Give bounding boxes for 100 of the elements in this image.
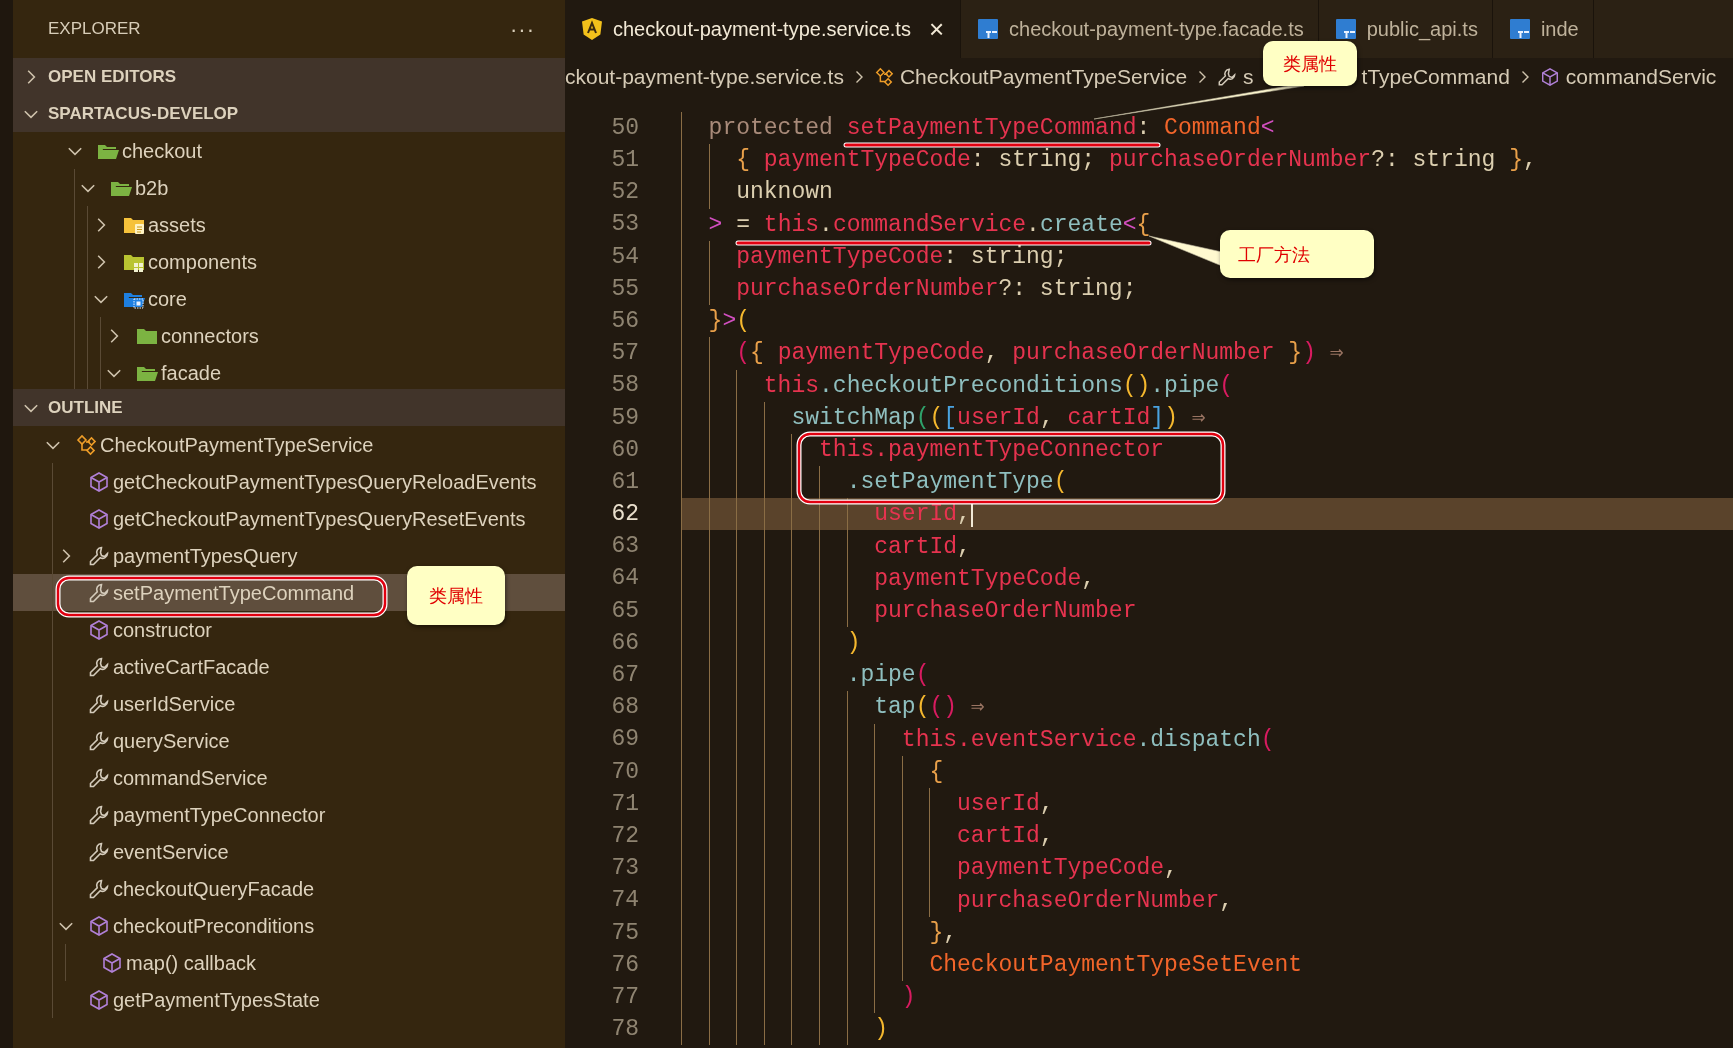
line-number: 71 <box>610 789 639 819</box>
code-line: { <box>928 760 944 783</box>
file-icon <box>1334 18 1357 40</box>
line-number: 75 <box>610 918 639 948</box>
line-number: 62 <box>610 500 639 530</box>
class-icon <box>75 433 97 456</box>
line-number: 50 <box>610 113 639 143</box>
line-number: 69 <box>610 725 639 755</box>
wrench-icon <box>88 729 110 752</box>
line-number: 61 <box>610 467 639 497</box>
code-line: ({ paymentTypeCode, purchaseOrderNumber }) ⇒ <box>735 342 1344 365</box>
outline-item[interactable]: checkoutPreconditions <box>13 907 565 944</box>
code-line: }, <box>928 921 958 944</box>
tree-item[interactable]: checkout <box>13 132 565 169</box>
code-line: ) <box>900 986 916 1009</box>
wrench-icon <box>88 840 110 863</box>
outline-item[interactable]: queryService <box>13 722 565 759</box>
section-header[interactable]: OPEN EDITORS <box>13 58 565 95</box>
outline-item[interactable]: CheckoutPaymentTypeService <box>13 426 565 463</box>
code-line: }>( <box>707 310 751 333</box>
breadcrumb-item[interactable]: commandServic <box>1565 65 1717 89</box>
outline-item[interactable]: eventService <box>13 833 565 870</box>
code-line: purchaseOrderNumber <box>873 599 1137 622</box>
tree-item[interactable]: core <box>13 280 565 317</box>
line-number: 78 <box>610 1015 639 1045</box>
breadcrumb-item[interactable]: tTypeCommand <box>1361 65 1510 89</box>
code-line: { paymentTypeCode: string; purchaseOrderNumber?: string }, <box>735 149 1537 172</box>
line-number: 54 <box>610 242 639 272</box>
code-line: > = this.commandService.create<{ <box>707 213 1151 236</box>
outline-item[interactable]: userIdService <box>13 685 565 722</box>
callout-note: 工厂方法 <box>1220 230 1374 278</box>
tree-item[interactable]: assets <box>13 206 565 243</box>
cube-icon <box>101 951 123 974</box>
line-number: 63 <box>610 532 639 562</box>
code-line: cartId, <box>956 825 1054 848</box>
line-number: 64 <box>610 564 639 594</box>
line-number: 67 <box>610 661 639 691</box>
line-number: 56 <box>610 306 639 336</box>
class-icon <box>873 67 894 87</box>
wrench-icon <box>88 581 110 604</box>
line-number: 70 <box>610 757 639 787</box>
shield-icon <box>581 17 603 41</box>
code-line: paymentTypeCode, <box>956 857 1178 880</box>
tree-item[interactable]: connectors <box>13 317 565 354</box>
cube-icon <box>88 507 110 530</box>
code-line: protected setPaymentTypeCommand: Command< <box>707 117 1275 140</box>
line-number: 55 <box>610 274 639 304</box>
cube-icon <box>88 470 110 493</box>
tree-item[interactable]: facade <box>13 354 565 389</box>
section-header[interactable]: OUTLINE <box>13 389 565 426</box>
callout-note: 类属性 <box>1262 41 1357 86</box>
outline-item[interactable]: getCheckoutPaymentTypesQueryResetEvents <box>13 500 565 537</box>
breadcrumb-item[interactable]: s <box>1243 65 1254 89</box>
code-line: .setPaymentType( <box>845 471 1068 494</box>
code-line: this.paymentTypeConnector <box>818 438 1165 461</box>
wrench-icon <box>88 803 110 826</box>
more-button[interactable]: ··· <box>506 12 539 46</box>
outline-item[interactable]: getPaymentTypesState <box>13 981 565 1018</box>
breadcrumb-item[interactable]: ckout-payment-type.service.ts <box>565 65 844 89</box>
line-number: 60 <box>610 435 639 465</box>
line-number: 66 <box>610 628 639 658</box>
wrench-icon <box>88 655 110 678</box>
line-number: 76 <box>610 950 639 980</box>
line-number: 74 <box>610 886 639 916</box>
code-line: cartId, <box>873 535 971 558</box>
section-header[interactable]: SPARTACUS-DEVELOP <box>13 95 565 132</box>
cube-icon <box>88 914 110 937</box>
tree-item[interactable]: b2b <box>13 169 565 206</box>
line-number: 73 <box>610 854 639 884</box>
outline-item[interactable]: activeCartFacade <box>13 648 565 685</box>
breadcrumb-item[interactable]: CheckoutPaymentTypeService <box>899 65 1188 89</box>
line-number: 59 <box>610 403 639 433</box>
cube-icon <box>1539 67 1560 87</box>
code-line: purchaseOrderNumber, <box>956 889 1234 912</box>
outline-item[interactable]: commandService <box>13 759 565 796</box>
code-line: paymentTypeCode: string; <box>735 245 1068 268</box>
line-number: 57 <box>610 339 639 369</box>
line-number: 77 <box>610 982 639 1012</box>
wrench-icon <box>1217 67 1238 87</box>
outline-item[interactable]: paymentTypeConnector <box>13 796 565 833</box>
outline-item[interactable]: checkoutQueryFacade <box>13 870 565 907</box>
file-icon <box>1508 18 1531 40</box>
code-line: ) <box>873 1018 889 1041</box>
code-line: .pipe( <box>845 664 930 687</box>
outline-item[interactable]: getCheckoutPaymentTypesQueryReloadEvents <box>13 463 565 500</box>
line-number: 72 <box>610 821 639 851</box>
line-number: 68 <box>610 693 639 723</box>
cube-icon <box>88 618 110 641</box>
close-button[interactable]: × <box>926 16 947 42</box>
editor-tab[interactable]: checkout-payment-type.service.ts × <box>565 0 962 58</box>
code-line: this.eventService.dispatch( <box>900 728 1275 751</box>
code-line: purchaseOrderNumber?: string; <box>735 278 1137 301</box>
code-line: CheckoutPaymentTypeSetEvent <box>928 953 1303 976</box>
code-line: tap(() ⇒ <box>873 696 985 719</box>
file-icon <box>977 18 1000 40</box>
code-line: ) <box>845 632 861 655</box>
line-number: 65 <box>610 596 639 626</box>
cube-icon <box>88 988 110 1011</box>
tree-item[interactable]: components <box>13 243 565 280</box>
outline-item[interactable]: map() callback <box>13 944 565 981</box>
